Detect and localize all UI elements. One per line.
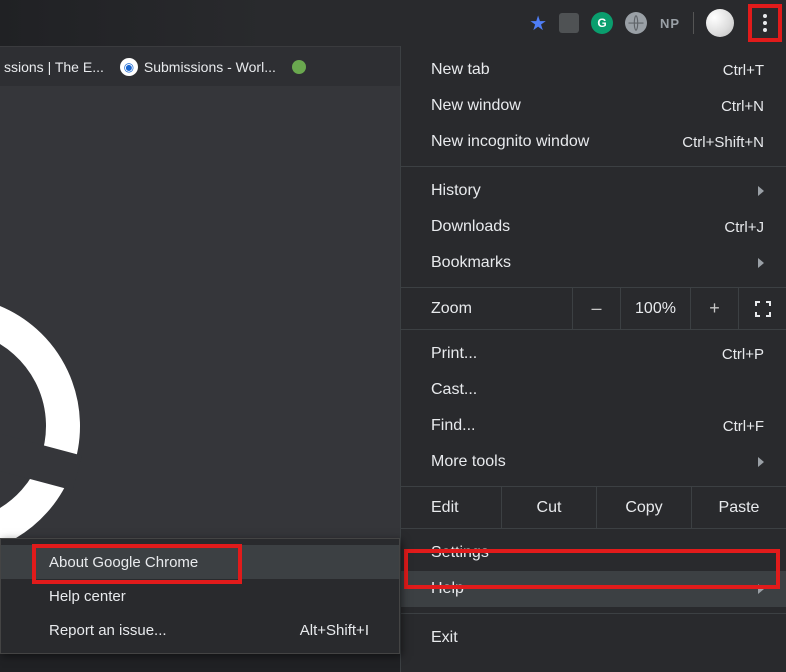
zoom-out-button[interactable]: – xyxy=(572,288,620,329)
copy-button[interactable]: Copy xyxy=(596,487,691,528)
menu-button-highlight xyxy=(748,4,782,42)
menu-section-history: History Downloads Ctrl+J Bookmarks xyxy=(401,167,786,288)
menu-bookmarks[interactable]: Bookmarks xyxy=(401,245,786,281)
bookmark-star-icon[interactable]: ★ xyxy=(529,11,547,36)
toolbar-fade xyxy=(0,0,440,46)
shortcut-text: Ctrl+N xyxy=(721,98,764,115)
toolbar-divider xyxy=(693,12,694,34)
bookmark-item-2[interactable]: ◉ Submissions - Worl... xyxy=(120,58,276,76)
grammarly-icon[interactable]: G xyxy=(591,12,613,34)
menu-section-tools: Print... Ctrl+P Cast... Find... Ctrl+F M… xyxy=(401,330,786,487)
extension-icon-1[interactable] xyxy=(559,13,579,33)
menu-new-window[interactable]: New window Ctrl+N xyxy=(401,88,786,124)
bookmark-item-3[interactable] xyxy=(292,60,306,74)
menu-more-tools[interactable]: More tools xyxy=(401,444,786,480)
edit-label: Edit xyxy=(401,499,501,517)
menu-label: Exit xyxy=(431,629,764,647)
zoom-in-button[interactable]: + xyxy=(690,288,738,329)
chrome-main-menu: New tab Ctrl+T New window Ctrl+N New inc… xyxy=(400,46,786,672)
fullscreen-icon xyxy=(755,301,771,317)
menu-section-settings: Settings Help xyxy=(401,529,786,614)
submenu-arrow-icon xyxy=(758,258,764,268)
menu-label: Help center xyxy=(49,588,369,605)
menu-label: New window xyxy=(431,97,721,115)
page-content xyxy=(0,86,400,538)
bookmarks-bar: ssions | The E... ◉ Submissions - Worl..… xyxy=(0,46,400,86)
menu-help[interactable]: Help xyxy=(401,571,786,607)
menu-section-exit: Exit xyxy=(401,614,786,662)
shortcut-text: Ctrl+P xyxy=(722,346,764,363)
menu-label: Settings xyxy=(431,544,764,562)
menu-label: Bookmarks xyxy=(431,254,758,272)
shortcut-text: Ctrl+Shift+N xyxy=(682,134,764,151)
np-extension-icon[interactable]: NP xyxy=(659,12,681,34)
menu-downloads[interactable]: Downloads Ctrl+J xyxy=(401,209,786,245)
bookmark-label: ssions | The E... xyxy=(4,59,104,75)
submenu-help-center[interactable]: Help center xyxy=(1,579,399,613)
browser-toolbar: ★ G NP xyxy=(0,0,786,46)
menu-label: Print... xyxy=(431,345,722,363)
menu-incognito[interactable]: New incognito window Ctrl+Shift+N xyxy=(401,124,786,160)
menu-zoom-row: Zoom – 100% + xyxy=(401,288,786,330)
menu-exit[interactable]: Exit xyxy=(401,620,786,656)
menu-edit-row: Edit Cut Copy Paste xyxy=(401,487,786,529)
menu-label: New incognito window xyxy=(431,133,682,151)
profile-avatar[interactable] xyxy=(706,9,734,37)
menu-find[interactable]: Find... Ctrl+F xyxy=(401,408,786,444)
menu-print[interactable]: Print... Ctrl+P xyxy=(401,336,786,372)
menu-cast[interactable]: Cast... xyxy=(401,372,786,408)
bookmark-label: Submissions - Worl... xyxy=(144,59,276,75)
paste-button[interactable]: Paste xyxy=(691,487,786,528)
menu-settings[interactable]: Settings xyxy=(401,535,786,571)
help-submenu: About Google Chrome Help center Report a… xyxy=(0,538,400,654)
menu-label: Find... xyxy=(431,417,723,435)
submenu-about-chrome[interactable]: About Google Chrome xyxy=(1,545,399,579)
zoom-value: 100% xyxy=(620,288,690,329)
menu-label: About Google Chrome xyxy=(49,554,369,571)
favicon-globe-icon: ◉ xyxy=(120,58,138,76)
submenu-report-issue[interactable]: Report an issue... Alt+Shift+I xyxy=(1,613,399,647)
menu-label: Help xyxy=(431,580,758,598)
submenu-arrow-icon xyxy=(758,457,764,467)
zoom-label: Zoom xyxy=(401,300,501,318)
menu-new-tab[interactable]: New tab Ctrl+T xyxy=(401,52,786,88)
menu-label: Report an issue... xyxy=(49,622,300,639)
menu-section-tabs: New tab Ctrl+T New window Ctrl+N New inc… xyxy=(401,46,786,167)
bookmark-item-1[interactable]: ssions | The E... xyxy=(4,59,104,75)
menu-history[interactable]: History xyxy=(401,173,786,209)
menu-label: Cast... xyxy=(431,381,764,399)
fullscreen-button[interactable] xyxy=(738,288,786,329)
globe-icon[interactable] xyxy=(625,12,647,34)
shortcut-text: Alt+Shift+I xyxy=(300,622,369,639)
shortcut-text: Ctrl+F xyxy=(723,418,764,435)
submenu-arrow-icon xyxy=(758,186,764,196)
menu-label: New tab xyxy=(431,61,723,79)
menu-label: More tools xyxy=(431,453,758,471)
shortcut-text: Ctrl+T xyxy=(723,62,764,79)
menu-label: History xyxy=(431,182,758,200)
menu-label: Downloads xyxy=(431,218,724,236)
kebab-menu-icon[interactable] xyxy=(763,14,767,32)
submenu-arrow-icon xyxy=(758,584,764,594)
logo-fragment xyxy=(0,259,117,538)
shortcut-text: Ctrl+J xyxy=(724,219,764,236)
cut-button[interactable]: Cut xyxy=(501,487,596,528)
